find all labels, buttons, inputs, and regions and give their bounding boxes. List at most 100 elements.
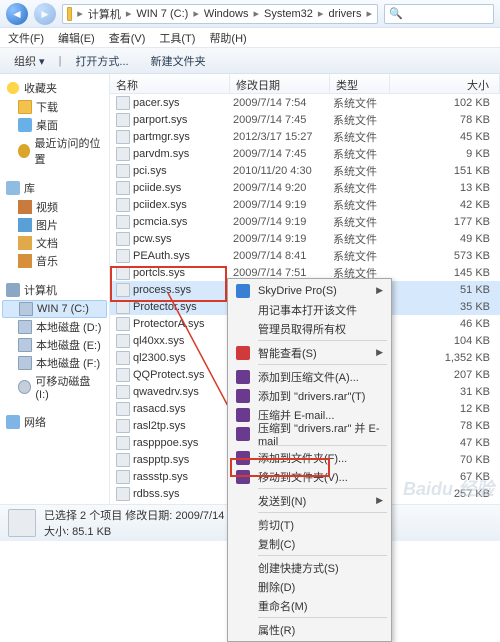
menu-tools[interactable]: 工具(T) (159, 30, 195, 46)
menu-help[interactable]: 帮助(H) (209, 30, 246, 46)
file-size: 12 KB (393, 403, 500, 415)
file-type: 系统文件 (333, 248, 393, 264)
bc-windows[interactable]: Windows (202, 8, 251, 20)
bc-computer[interactable]: 计算机 (86, 6, 123, 22)
sb-recent[interactable]: 最近访问的位置 (0, 134, 109, 168)
file-size: 46 KB (393, 318, 500, 330)
ctx-属性(R)[interactable]: 属性(R) (230, 620, 389, 639)
file-row[interactable]: pciide.sys2009/7/14 9:20系统文件13 KB (110, 179, 500, 196)
ctx-用记事本打开该文件[interactable]: 用记事本打开该文件 (230, 300, 389, 319)
rar-icon (236, 427, 250, 441)
file-name: QQProtect.sys (133, 369, 233, 381)
file-row[interactable]: parport.sys2009/7/14 7:45系统文件78 KB (110, 111, 500, 128)
file-row[interactable]: pciidex.sys2009/7/14 9:19系统文件42 KB (110, 196, 500, 213)
ctx-label: 移动到文件夹(V)... (258, 469, 348, 485)
sb-drive-e[interactable]: 本地磁盘 (E:) (0, 336, 109, 354)
file-size: 207 KB (393, 369, 500, 381)
nav-back-button[interactable]: ◄ (6, 3, 28, 25)
file-date: 2009/7/14 7:45 (233, 114, 333, 126)
ctx-添加到文件夹(F)...[interactable]: 添加到文件夹(F)... (230, 448, 389, 467)
k-icon (236, 346, 250, 360)
col-name[interactable]: 名称 (110, 74, 230, 93)
ctx-重命名(M)[interactable]: 重命名(M) (230, 596, 389, 615)
file-row[interactable]: partmgr.sys2012/3/17 15:27系统文件45 KB (110, 128, 500, 145)
breadcrumb[interactable]: ▸计算机 ▸WIN 7 (C:) ▸Windows ▸System32 ▸dri… (62, 4, 378, 24)
file-row[interactable]: pci.sys2010/11/20 4:30系统文件151 KB (110, 162, 500, 179)
col-date[interactable]: 修改日期 (230, 74, 330, 93)
file-date: 2012/3/17 15:27 (233, 131, 333, 143)
file-row[interactable]: pacer.sys2009/7/14 7:54系统文件102 KB (110, 94, 500, 111)
menu-edit[interactable]: 编辑(E) (58, 30, 95, 46)
file-date: 2009/7/14 9:19 (233, 199, 333, 211)
organize-button[interactable]: 组织 ▾ (6, 51, 53, 71)
menu-view[interactable]: 查看(V) (109, 30, 146, 46)
ctx-创建快捷方式(S)[interactable]: 创建快捷方式(S) (230, 558, 389, 577)
file-icon (116, 164, 130, 178)
sb-drive-c[interactable]: WIN 7 (C:) (2, 300, 107, 318)
file-size: 145 KB (393, 267, 500, 279)
sb-favorites[interactable]: 收藏夹 (0, 78, 109, 98)
bc-drivers[interactable]: drivers (326, 8, 363, 20)
ctx-移动到文件夹(V)...[interactable]: 移动到文件夹(V)... (230, 467, 389, 486)
sb-desktop[interactable]: 桌面 (0, 116, 109, 134)
bc-system32[interactable]: System32 (262, 8, 315, 20)
ctx-label: 管理员取得所有权 (258, 321, 346, 337)
file-row[interactable]: PEAuth.sys2009/7/14 8:41系统文件573 KB (110, 247, 500, 264)
ctx-删除(D)[interactable]: 删除(D) (230, 577, 389, 596)
sb-downloads[interactable]: 下载 (0, 98, 109, 116)
sb-drive-d[interactable]: 本地磁盘 (D:) (0, 318, 109, 336)
file-size: 70 KB (393, 454, 500, 466)
ctx-添加到压缩文件(A)...[interactable]: 添加到压缩文件(A)... (230, 367, 389, 386)
file-name: pcw.sys (133, 233, 233, 245)
file-row[interactable]: pcw.sys2009/7/14 9:19系统文件49 KB (110, 230, 500, 247)
file-icon (116, 385, 130, 399)
ctx-SkyDrive Pro(S)[interactable]: SkyDrive Pro(S)▶ (230, 281, 389, 300)
status-thumbnail-icon (8, 509, 36, 537)
sb-videos[interactable]: 视频 (0, 198, 109, 216)
file-date: 2009/7/14 7:45 (233, 148, 333, 160)
file-name: ql2300.sys (133, 352, 233, 364)
file-name: pciidex.sys (133, 199, 233, 211)
file-date: 2009/7/14 7:54 (233, 97, 333, 109)
ctx-label: 发送到(N) (258, 493, 306, 509)
bc-drive[interactable]: WIN 7 (C:) (134, 8, 190, 20)
file-size: 45 KB (393, 131, 500, 143)
sb-documents[interactable]: 文档 (0, 234, 109, 252)
ctx-添加到 "drivers.rar"(T)[interactable]: 添加到 "drivers.rar"(T) (230, 386, 389, 405)
sb-network[interactable]: 网络 (0, 412, 109, 432)
file-name: ql40xx.sys (133, 335, 233, 347)
ctx-剪切(T)[interactable]: 剪切(T) (230, 515, 389, 534)
column-headers[interactable]: 名称 修改日期 类型 大小 (110, 74, 500, 94)
sidebar: 收藏夹 下载 桌面 最近访问的位置 库 视频 图片 文档 音乐 计算机 WIN … (0, 74, 110, 504)
file-row[interactable]: pcmcia.sys2009/7/14 9:19系统文件177 KB (110, 213, 500, 230)
sb-libraries[interactable]: 库 (0, 178, 109, 198)
search-input[interactable]: 🔍 (384, 4, 494, 24)
file-icon (116, 249, 130, 263)
file-date: 2009/7/14 9:19 (233, 233, 333, 245)
file-icon (116, 232, 130, 246)
context-menu: SkyDrive Pro(S)▶用记事本打开该文件管理员取得所有权智能查看(S)… (227, 278, 392, 642)
col-size[interactable]: 大小 (390, 74, 500, 93)
file-size: 1,352 KB (393, 352, 500, 364)
col-type[interactable]: 类型 (330, 74, 390, 93)
ctx-管理员取得所有权[interactable]: 管理员取得所有权 (230, 319, 389, 338)
file-date: 2009/7/14 9:20 (233, 182, 333, 194)
ctx-压缩到 "drivers.rar" 并 E-mail[interactable]: 压缩到 "drivers.rar" 并 E-mail (230, 424, 389, 443)
ctx-发送到(N)[interactable]: 发送到(N)▶ (230, 491, 389, 510)
sb-computer[interactable]: 计算机 (0, 280, 109, 300)
sb-drive-f[interactable]: 本地磁盘 (F:) (0, 354, 109, 372)
open-with-button[interactable]: 打开方式... (67, 51, 136, 71)
file-icon (116, 334, 130, 348)
file-row[interactable]: parvdm.sys2009/7/14 7:45系统文件9 KB (110, 145, 500, 162)
new-folder-button[interactable]: 新建文件夹 (143, 51, 214, 71)
file-type: 系统文件 (333, 163, 393, 179)
sb-music[interactable]: 音乐 (0, 252, 109, 270)
sb-drive-i[interactable]: 可移动磁盘 (I:) (0, 372, 109, 402)
sb-pictures[interactable]: 图片 (0, 216, 109, 234)
nav-forward-button[interactable]: ► (34, 3, 56, 25)
ctx-复制(C)[interactable]: 复制(C) (230, 534, 389, 553)
file-icon (116, 470, 130, 484)
ctx-智能查看(S)[interactable]: 智能查看(S)▶ (230, 343, 389, 362)
menu-file[interactable]: 文件(F) (8, 30, 44, 46)
toolbar: 组织 ▾ | 打开方式... 新建文件夹 (0, 48, 500, 74)
